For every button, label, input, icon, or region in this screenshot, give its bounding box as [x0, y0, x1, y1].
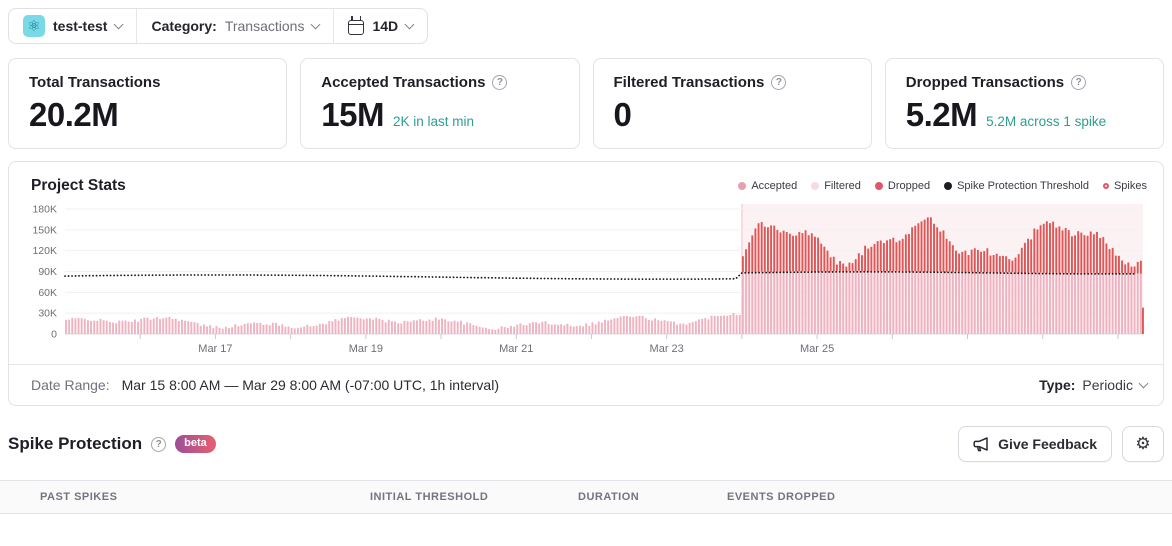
stat-card: Accepted Transactions? 15M 2K in last min [300, 58, 580, 149]
spike-protection-title: Spike Protection [8, 434, 143, 453]
svg-text:Mar 17: Mar 17 [198, 343, 232, 355]
stat-card-subtext: 2K in last min [392, 114, 474, 129]
category-label: Category: [151, 18, 217, 34]
stat-card: Dropped Transactions? 5.2M 5.2M across 1 s… [884, 58, 1164, 149]
megaphone-icon [973, 436, 988, 451]
legend-item-dropped[interactable]: Dropped [874, 180, 931, 192]
table-header-row: Past Spikes Initial Threshold Duration E… [0, 481, 1172, 514]
svg-text:Mar 25: Mar 25 [800, 343, 834, 355]
help-icon[interactable]: ? [492, 75, 508, 90]
svg-text:Mar 21: Mar 21 [499, 343, 533, 355]
svg-text:150K: 150K [32, 224, 57, 236]
svg-text:0: 0 [51, 329, 57, 341]
legend-item-spike-protection-threshold[interactable]: Spike Protection Threshold [944, 180, 1089, 192]
project-stats-card: Project Stats Accepted Filtered Dropped Spi… [8, 161, 1164, 406]
series-dot-icon [944, 182, 953, 190]
legend-label: Filtered [824, 180, 861, 192]
svg-text:Mar 19: Mar 19 [349, 343, 383, 355]
chevron-down-icon [311, 19, 321, 30]
project-selector[interactable]: ⚛ test-test [9, 9, 136, 43]
chart-title: Project Stats [31, 177, 126, 194]
stat-card-value: 5.2M [905, 96, 978, 133]
legend-label: Accepted [751, 180, 798, 192]
stat-card-value: 15M [321, 96, 384, 133]
date-range-label: Date Range: [31, 377, 110, 393]
give-feedback-button[interactable]: Give Feedback [958, 426, 1112, 462]
project-stats-chart[interactable]: 0 30K 60K 90K 120K 150K 180K Mar 17 Mar 19 Mar 21… [17, 201, 1165, 359]
series-dot-icon [811, 182, 820, 190]
period-value: 14D [372, 18, 399, 34]
series-dot-icon [738, 182, 747, 190]
help-icon[interactable]: ? [151, 436, 167, 452]
series-dot-icon [874, 182, 883, 190]
topbar: ⚛ test-test Category: Transactions 14D [0, 0, 1172, 44]
help-icon[interactable]: ? [771, 75, 787, 90]
stat-card-value: 0 [613, 96, 632, 133]
chart-area[interactable]: 0 30K 60K 90K 120K 150K 180K Mar 17 Mar 19 Mar 21… [9, 199, 1163, 364]
category-value: Transactions [224, 18, 305, 34]
help-icon[interactable]: ? [1071, 75, 1087, 90]
page-filters-pill: ⚛ test-test Category: Transactions 14D [8, 8, 429, 44]
stat-card-title: Accepted Transactions [321, 74, 486, 91]
svg-text:60K: 60K [38, 287, 57, 299]
svg-text:Mar 23: Mar 23 [650, 343, 684, 355]
legend-label: Spikes [1113, 180, 1147, 192]
svg-text:180K: 180K [32, 204, 57, 216]
stat-card: Total Transactions 20.2M [8, 58, 288, 149]
past-spikes-table: Past Spikes Initial Threshold Duration E… [0, 480, 1172, 528]
legend-label: Dropped [887, 180, 931, 192]
legend-item-accepted[interactable]: Accepted [738, 180, 797, 192]
svg-text:30K: 30K [38, 308, 57, 320]
svg-text:120K: 120K [32, 245, 57, 257]
type-value: Periodic [1082, 377, 1133, 393]
settings-button[interactable]: ⚙ [1122, 426, 1164, 462]
date-range-value: Mar 15 8:00 AM — Mar 29 8:00 AM (-07:00 … [121, 377, 499, 393]
stat-card-value: 20.2M [29, 96, 119, 133]
give-feedback-label: Give Feedback [998, 436, 1097, 452]
stat-card-title: Dropped Transactions [905, 74, 1065, 91]
legend-label: Spike Protection Threshold [957, 180, 1089, 192]
category-selector[interactable]: Category: Transactions [136, 9, 333, 43]
beta-badge: beta [175, 435, 216, 453]
legend-item-spikes[interactable]: Spikes [1102, 180, 1147, 192]
stat-card: Filtered Transactions? 0 [592, 58, 872, 149]
stat-card-title: Filtered Transactions [613, 74, 765, 91]
gear-icon: ⚙ [1135, 434, 1151, 453]
legend-item-filtered[interactable]: Filtered [811, 180, 861, 192]
chevron-down-icon [1138, 378, 1149, 389]
col-events-dropped: Events Dropped [727, 491, 836, 503]
stat-cards-row: Total Transactions 20.2M Accepted Transact… [0, 44, 1172, 149]
stat-card-title: Total Transactions [29, 74, 161, 91]
chevron-down-icon [404, 19, 415, 30]
col-initial-threshold: Initial Threshold [370, 491, 489, 503]
spike-protection-section-header: Spike Protection ? beta Give Feedback ⚙ [0, 406, 1172, 462]
spike-ring-icon [1102, 183, 1109, 189]
chevron-down-icon [114, 19, 124, 30]
type-label: Type: [1039, 377, 1076, 393]
chart-legend: Accepted Filtered Dropped Spike Protection … [738, 180, 1147, 192]
type-selector[interactable]: Type: Periodic [1039, 377, 1149, 393]
project-name: test-test [53, 18, 108, 34]
react-atom-icon: ⚛ [23, 15, 45, 37]
table-row[interactable] [0, 514, 1172, 528]
date-period-selector[interactable]: 14D [333, 9, 427, 43]
date-range-row: Date Range: Mar 15 8:00 AM — Mar 29 8:00… [9, 364, 1163, 405]
col-duration: Duration [578, 491, 640, 503]
svg-text:90K: 90K [38, 266, 57, 278]
stat-card-subtext: 5.2M across 1 spike [986, 114, 1107, 129]
col-past-spikes: Past Spikes [40, 491, 118, 503]
calendar-icon [348, 15, 365, 35]
